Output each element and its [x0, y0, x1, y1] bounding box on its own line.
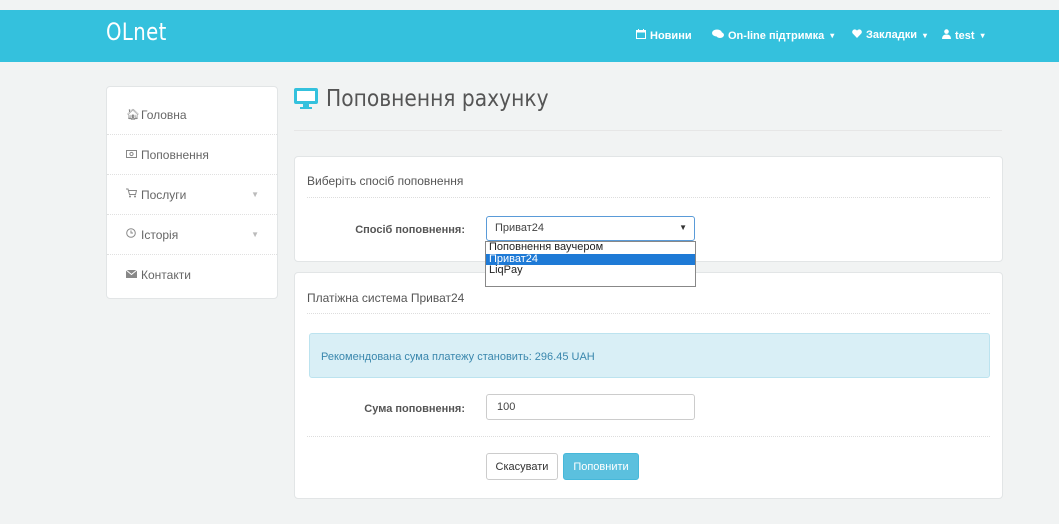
sidebar-item-history[interactable]: Історія ▼ — [107, 215, 277, 255]
dropdown-option-liqpay[interactable]: LiqPay — [486, 264, 695, 277]
sidebar-item-label: Контакти — [141, 268, 191, 282]
sidebar-item-home[interactable]: 🏠︎ Головна — [107, 95, 277, 135]
method-select[interactable]: Приват24 ▼ — [486, 216, 695, 241]
nav-news[interactable]: Новини — [636, 29, 692, 42]
panel-title: Виберіть спосіб поповнення — [307, 174, 464, 188]
nav-bookmarks-label: Закладки — [866, 29, 918, 41]
cancel-button[interactable]: Скасувати — [486, 453, 558, 480]
nav-bookmarks[interactable]: Закладки ▾ — [852, 29, 927, 41]
caret-down-icon: ▾ — [923, 30, 928, 40]
brand-logo[interactable]: OLnet — [106, 18, 167, 46]
method-dropdown-list: Поповнення ваучером Приват24 LiqPay — [485, 241, 696, 287]
caret-down-icon: ▾ — [980, 31, 985, 40]
chevron-down-icon: ▼ — [251, 190, 259, 199]
panel-divider — [307, 197, 990, 198]
nav-support[interactable]: On-line підтримка ▾ — [712, 29, 834, 42]
sidebar-item-contacts[interactable]: Контакти — [107, 255, 277, 295]
dropdown-option-voucher[interactable]: Поповнення ваучером — [486, 241, 695, 254]
sidebar-item-topup[interactable]: Поповнення — [107, 135, 277, 175]
calendar-icon — [636, 29, 646, 42]
method-label: Спосіб поповнення: — [355, 224, 465, 236]
method-select-value: Приват24 — [495, 222, 545, 234]
nav-support-label: On-line підтримка — [728, 29, 825, 42]
page-title: Поповнення рахунку — [326, 86, 549, 112]
nav-news-label: Новини — [650, 29, 692, 42]
page-header: Поповнення рахунку — [294, 86, 579, 112]
sidebar-item-services[interactable]: Послуги ▼ — [107, 175, 277, 215]
header-divider — [294, 130, 1002, 131]
submit-topup-button[interactable]: Поповнити — [563, 453, 639, 480]
sidebar-item-label: Головна — [141, 107, 187, 122]
nav-user-label: test — [955, 29, 975, 42]
panel-divider — [307, 313, 990, 314]
clock-icon — [126, 228, 141, 241]
top-navbar: OLnet Новини On-line підтримка ▾ Закладк… — [0, 10, 1059, 62]
panel-title: Платіжна система Приват24 — [307, 291, 465, 305]
amount-label: Сума поповнення: — [364, 403, 465, 415]
comments-icon — [712, 29, 724, 42]
amount-input[interactable]: 100 — [486, 394, 695, 420]
envelope-icon — [125, 269, 141, 281]
payment-panel: Платіжна система Приват24 Рекомендована … — [294, 272, 1003, 499]
heart-icon — [852, 29, 862, 41]
sidebar-menu: 🏠︎ Головна Поповнення Послуги ▼ Історія … — [106, 86, 278, 299]
home-icon: 🏠︎ — [126, 109, 140, 121]
sidebar-item-label: Поповнення — [141, 147, 209, 162]
monitor-icon — [294, 87, 318, 112]
panel-divider — [307, 436, 990, 437]
caret-down-icon: ▾ — [830, 31, 835, 40]
cart-icon — [126, 188, 141, 201]
recommended-amount-alert: Рекомендована сума платежу становить: 29… — [309, 333, 990, 378]
sidebar-item-label: Історія — [141, 227, 179, 242]
user-icon — [942, 29, 951, 42]
money-icon — [126, 149, 141, 161]
nav-user[interactable]: test ▾ — [942, 29, 985, 42]
sidebar-item-label: Послуги — [141, 187, 187, 202]
chevron-down-icon: ▼ — [251, 230, 259, 239]
select-arrow-icon: ▼ — [679, 223, 687, 232]
